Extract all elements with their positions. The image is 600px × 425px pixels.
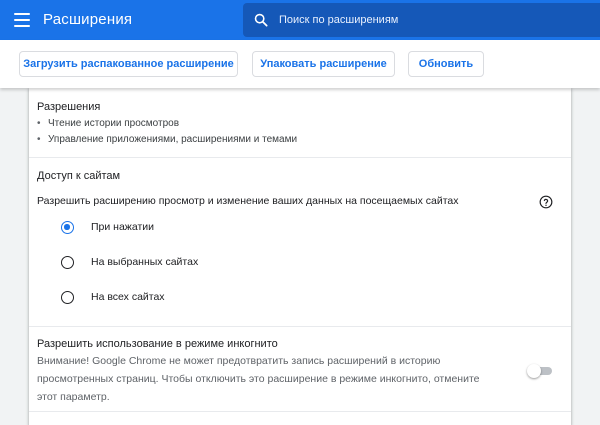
permission-item: Управление приложениями, расширениями и …: [37, 134, 297, 145]
pack-extension-button[interactable]: Упаковать расширение: [252, 51, 395, 77]
help-circle-icon[interactable]: [539, 195, 553, 209]
hamburger-menu-icon[interactable]: [14, 13, 30, 27]
radio-label: При нажатии: [91, 221, 154, 233]
extension-details-card: Разрешения Чтение истории просмотров Упр…: [29, 88, 571, 425]
site-access-section: Доступ к сайтам Разрешить расширению про…: [29, 157, 571, 326]
top-app-bar: Расширения: [0, 0, 600, 40]
radio-button[interactable]: [61, 291, 74, 304]
search-bar[interactable]: [243, 3, 600, 37]
next-section: [29, 411, 571, 425]
page-title: Расширения: [43, 11, 133, 28]
developer-toolbar: Загрузить распакованное расширение Упако…: [0, 40, 600, 88]
toggle-knob: [527, 364, 541, 378]
permissions-section: Разрешения Чтение истории просмотров Упр…: [29, 88, 571, 157]
permission-item: Чтение истории просмотров: [37, 118, 179, 129]
radio-button-checked[interactable]: [61, 221, 74, 234]
radio-on-all-sites[interactable]: На всех сайтах: [61, 288, 361, 308]
site-access-heading: Доступ к сайтам: [37, 170, 121, 182]
search-icon: [254, 13, 268, 27]
radio-label: На выбранных сайтах: [91, 256, 199, 268]
load-unpacked-button[interactable]: Загрузить распакованное расширение: [19, 51, 238, 77]
site-access-description: Разрешить расширению просмотр и изменени…: [37, 195, 459, 207]
incognito-toggle[interactable]: [527, 364, 553, 378]
update-button[interactable]: Обновить: [408, 51, 484, 77]
search-input[interactable]: [279, 3, 589, 37]
incognito-title: Разрешить использование в режиме инкогни…: [37, 338, 278, 350]
permissions-heading: Разрешения: [37, 101, 101, 113]
radio-label: На всех сайтах: [91, 291, 165, 303]
radio-on-click[interactable]: При нажатии: [61, 218, 361, 238]
radio-on-specific-sites[interactable]: На выбранных сайтах: [61, 253, 361, 273]
incognito-warning: Внимание! Google Chrome не может предотв…: [37, 355, 480, 403]
radio-button[interactable]: [61, 256, 74, 269]
